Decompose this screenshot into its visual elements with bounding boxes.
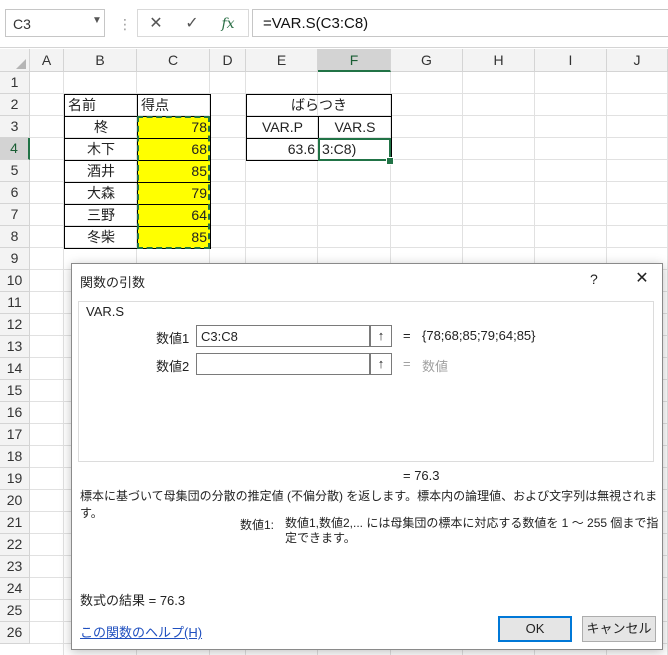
formula-input[interactable]: =VAR.S(C3:C8)	[252, 9, 668, 37]
function-name: VAR.S	[84, 304, 127, 319]
name-cell[interactable]: 酒井	[64, 160, 138, 183]
arg2-hint: 数値	[422, 359, 449, 374]
select-all-icon[interactable]	[16, 59, 26, 69]
column-header-i[interactable]: I	[535, 49, 607, 72]
close-icon[interactable]: ✕	[628, 266, 656, 292]
row-header-2[interactable]: 2	[0, 94, 30, 116]
arg1-result: {78;68;85;79;64;85}	[422, 328, 536, 343]
row-header-6[interactable]: 6	[0, 182, 30, 204]
row-header-25[interactable]: 25	[0, 600, 30, 622]
name-cell[interactable]: 大森	[64, 182, 138, 205]
arg-description-label: 数値1:	[240, 518, 275, 532]
column-header-a[interactable]: A	[30, 49, 64, 72]
row-header-7[interactable]: 7	[0, 204, 30, 226]
arg1-input[interactable]: C3:C8	[196, 325, 370, 347]
column-header-b[interactable]: B	[64, 49, 137, 72]
name-box[interactable]: C3 ▼	[5, 9, 105, 37]
function-result: = 76.3	[403, 468, 440, 483]
dialog-title: 関数の引数	[80, 275, 146, 290]
row-header-22[interactable]: 22	[0, 534, 30, 556]
column-header-c[interactable]: C	[137, 49, 210, 72]
help-link[interactable]: この関数のヘルプ(H)	[80, 622, 202, 641]
formula-bar: C3 ▼ ⋮ ✕ ✓ fx =VAR.S(C3:C8)	[0, 0, 668, 48]
column-header-e[interactable]: E	[246, 49, 318, 72]
insert-function-icon[interactable]: fx	[216, 13, 240, 35]
formula-text: =VAR.S(C3:C8)	[263, 15, 369, 32]
row-header-26[interactable]: 26	[0, 622, 30, 644]
name-cell[interactable]: 冬柴	[64, 226, 138, 249]
help-icon[interactable]: ?	[590, 271, 598, 287]
row-header-17[interactable]: 17	[0, 424, 30, 446]
row-header-13[interactable]: 13	[0, 336, 30, 358]
column-header-d[interactable]: D	[210, 49, 246, 72]
row-header-20[interactable]: 20	[0, 490, 30, 512]
row-header-4[interactable]: 4	[0, 138, 30, 160]
arg2-equals: =	[403, 356, 411, 371]
fill-handle[interactable]	[386, 157, 394, 165]
row-header-9[interactable]: 9	[0, 248, 30, 270]
row-header-5[interactable]: 5	[0, 160, 30, 182]
row-header-8[interactable]: 8	[0, 226, 30, 248]
cancel-icon[interactable]: ✕	[144, 13, 168, 35]
arg2-input[interactable]	[196, 353, 370, 375]
row-header-1[interactable]: 1	[0, 72, 30, 94]
row-header-12[interactable]: 12	[0, 314, 30, 336]
name-box-value: C3	[13, 16, 31, 32]
enter-icon[interactable]: ✓	[180, 13, 204, 35]
column-header-j[interactable]: J	[607, 49, 668, 72]
table-header-name[interactable]: 名前	[64, 94, 138, 117]
chevron-down-icon[interactable]: ▼	[92, 15, 102, 26]
drag-handle-icon[interactable]: ⋮	[118, 13, 132, 35]
formula-buttons: ✕ ✓ fx	[137, 9, 249, 37]
row-header-14[interactable]: 14	[0, 358, 30, 380]
cancel-button[interactable]: キャンセル	[582, 616, 656, 642]
name-cell[interactable]: 柊	[64, 116, 138, 139]
row-header-15[interactable]: 15	[0, 380, 30, 402]
row-header-11[interactable]: 11	[0, 292, 30, 314]
row-header-21[interactable]: 21	[0, 512, 30, 534]
active-cell-border	[318, 138, 391, 161]
name-cell[interactable]: 三野	[64, 204, 138, 227]
function-arguments-dialog: 関数の引数 ? ✕ VAR.S 数値1 C3:C8 ↑ = {78;68;85;…	[71, 263, 663, 650]
table-header-score[interactable]: 得点	[137, 94, 211, 117]
row-header-16[interactable]: 16	[0, 402, 30, 424]
column-header-f[interactable]: F	[318, 49, 391, 72]
arg2-label: 数値2	[156, 359, 190, 374]
variance-title[interactable]: ばらつき	[246, 94, 392, 117]
row-header-23[interactable]: 23	[0, 556, 30, 578]
name-cell[interactable]: 木下	[64, 138, 138, 161]
column-header-g[interactable]: G	[391, 49, 463, 72]
varp-header[interactable]: VAR.P	[246, 116, 319, 139]
collapse-dialog-icon[interactable]: ↑	[370, 353, 392, 375]
row-header-3[interactable]: 3	[0, 116, 30, 138]
formula-result: 数式の結果 = 76.3	[80, 593, 186, 608]
row-header-18[interactable]: 18	[0, 446, 30, 468]
row-header-10[interactable]: 10	[0, 270, 30, 292]
arg1-value: C3:C8	[201, 329, 238, 344]
row-header-24[interactable]: 24	[0, 578, 30, 600]
column-header-h[interactable]: H	[463, 49, 535, 72]
arg1-label: 数値1	[156, 331, 190, 346]
arg1-equals: =	[403, 328, 411, 343]
vars-header[interactable]: VAR.S	[318, 116, 392, 139]
arg-description: 数値1,数値2,... には母集団の標本に対応する数値を 1 ～ 255 個まで…	[285, 516, 659, 545]
row-header-19[interactable]: 19	[0, 468, 30, 490]
collapse-dialog-icon[interactable]: ↑	[370, 325, 392, 347]
varp-value[interactable]: 63.6	[246, 138, 319, 161]
copy-range-marquee	[137, 116, 210, 249]
ok-button[interactable]: OK	[498, 616, 572, 642]
